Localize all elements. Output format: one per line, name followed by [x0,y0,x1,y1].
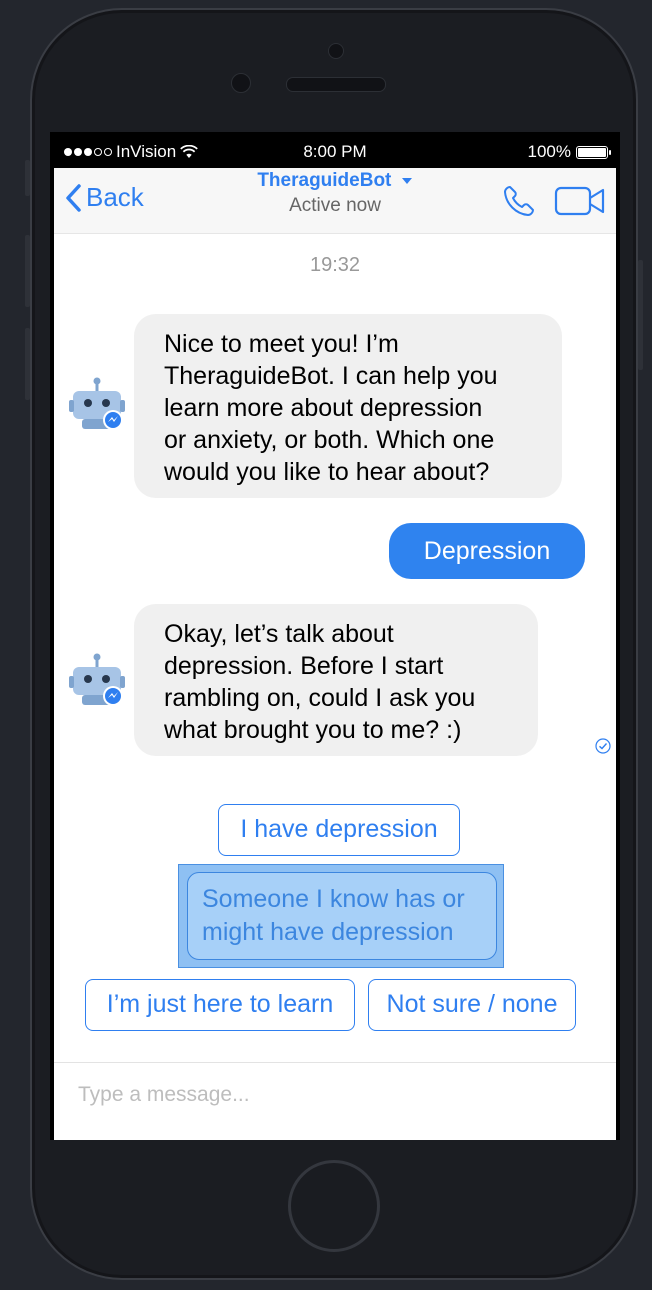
volume-up-button [25,235,30,307]
contact-name-text: TheraguideBot [257,170,392,191]
video-camera-icon[interactable] [554,185,606,217]
message-line: Nice to meet you! I’m [164,330,399,358]
status-bar: InVision 8:00 PM 100% [54,132,616,168]
front-camera [231,73,251,93]
message-line: would you like to hear about? [164,458,490,486]
proximity-sensor [328,43,344,59]
user-message: Depression [389,523,585,579]
message-input[interactable]: Type a message... [78,1083,250,1107]
bot-message-2: Okay, let’s talk about depression. Befor… [134,604,538,756]
phone-screen: InVision 8:00 PM 100% Back TheraguideBot [50,132,620,1140]
battery-status: 100% [527,142,611,162]
chat-header: Back TheraguideBot Active now [54,168,616,234]
battery-icon [576,145,611,159]
bot-avatar-icon [69,377,125,430]
phone-icon[interactable] [502,184,536,218]
message-line: learn more about depression [164,394,483,422]
earpiece-speaker [286,77,386,92]
dropdown-caret-icon [401,177,412,184]
quick-reply-line: might have depression [202,918,454,946]
mute-switch [25,160,30,196]
quick-reply-not-sure[interactable]: Not sure / none [368,979,576,1031]
message-line: depression. Before I start [164,652,444,680]
message-line: rambling on, could I ask you [164,684,476,712]
message-timestamp: 19:32 [309,254,361,276]
battery-percent: 100% [527,142,571,161]
message-composer: Type a message... [54,1062,616,1140]
bot-avatar-icon [69,653,125,706]
seen-checkmark-icon [595,738,611,754]
quick-reply-just-here-to-learn[interactable]: I’m just here to learn [85,979,355,1031]
call-actions [502,184,606,218]
quick-reply-someone-i-know[interactable]: Someone I know has or might have depress… [187,872,497,960]
home-button[interactable] [288,1160,380,1252]
message-line: or anxiety, or both. Which one [164,426,495,454]
message-line: what brought you to me? :) [164,716,462,744]
quick-reply-i-have-depression[interactable]: I have depression [218,804,460,856]
message-line: TheraguideBot. I can help you [164,362,498,390]
power-button [638,260,643,370]
message-line: Okay, let’s talk about [164,620,394,648]
bot-message-1: Nice to meet you! I’m TheraguideBot. I c… [134,314,562,498]
volume-down-button [25,328,30,400]
quick-reply-line: Someone I know has or [202,885,465,913]
